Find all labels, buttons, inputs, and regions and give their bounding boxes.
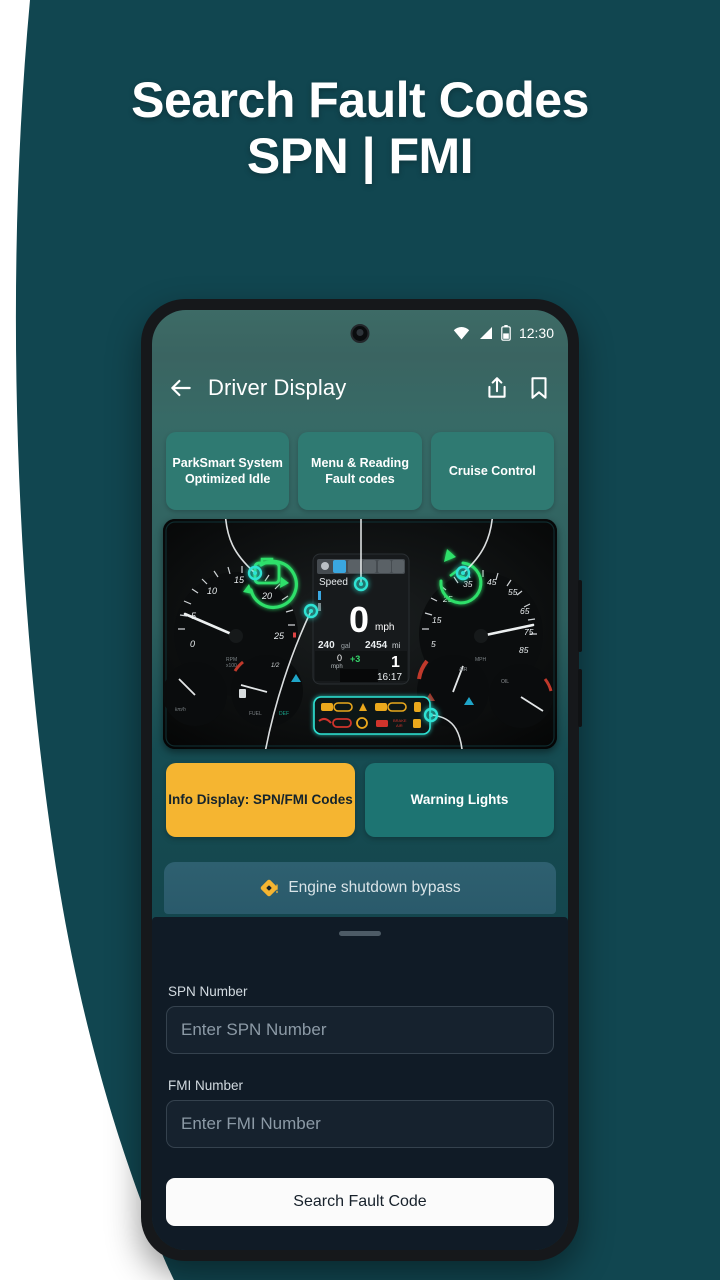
svg-text:0: 0 [190,639,195,649]
svg-text:35: 35 [463,579,473,589]
fault-code-search-sheet: SPN Number FMI Number Search Fault Code [152,917,568,1250]
chip-cruise-control[interactable]: Cruise Control [430,432,554,510]
cellular-signal-icon [479,327,492,339]
chip-menu-fault-codes[interactable]: Menu & Reading Fault codes [298,432,422,510]
svg-text:65: 65 [520,606,530,616]
warning-diamond-icon [261,879,278,897]
status-bar: 12:30 [152,310,568,356]
power-button[interactable] [578,669,582,727]
svg-text:55: 55 [508,587,518,597]
feature-chip-row: ParkSmart System Optimized Idle Menu & R… [152,420,568,510]
instrument-cluster-graphic: 0 5 10 15 20 25 RPM x100 km/h 1/2 FUEL D… [163,519,557,749]
action-button-row: Info Display: SPN/FMI Codes Warning Ligh… [152,749,568,837]
svg-text:20: 20 [261,591,272,601]
svg-text:2454: 2454 [365,640,388,651]
status-bar-time: 12:30 [518,325,554,341]
bypass-label: Engine shutdown bypass [288,879,461,896]
search-fault-code-button[interactable]: Search Fault Code [166,1178,554,1226]
svg-text:75: 75 [524,627,534,637]
fmi-input-wrapper[interactable] [166,1100,554,1148]
instrument-cluster-image: 0 5 10 15 20 25 RPM x100 km/h 1/2 FUEL D… [163,519,557,749]
svg-text:0: 0 [337,653,342,663]
app-bar-title: Driver Display [208,375,347,400]
svg-text:1: 1 [391,654,400,671]
svg-text:AIR: AIR [459,667,468,673]
svg-text:OIL: OIL [501,679,509,685]
wifi-icon [453,327,470,340]
svg-text:25: 25 [273,631,285,641]
sheet-drag-handle[interactable] [339,931,381,936]
front-camera [350,324,370,343]
svg-text:gal: gal [341,643,351,650]
app-content: ParkSmart System Optimized Idle Menu & R… [152,420,568,1250]
svg-text:DEF: DEF [279,711,289,717]
svg-text:0: 0 [349,599,369,640]
spn-input[interactable] [181,1020,539,1040]
svg-text:AIR: AIR [396,723,403,728]
back-arrow-icon[interactable] [168,375,194,401]
spn-input-wrapper[interactable] [166,1006,554,1054]
phone-screen: 12:30 Driver Display ParkSmart System Op… [152,310,568,1250]
fmi-label: FMI Number [168,1078,244,1093]
warning-lights-button[interactable]: Warning Lights [365,763,554,837]
svg-text:10: 10 [207,586,217,596]
svg-text:Speed: Speed [319,577,348,588]
svg-text:mi: mi [392,641,401,650]
svg-text:FUEL: FUEL [249,711,262,717]
headline-line-1: Search Fault Codes [131,72,589,128]
svg-text:240: 240 [318,640,335,651]
svg-text:16:17: 16:17 [377,672,402,683]
svg-text:+3: +3 [350,654,360,664]
chip-parksmart[interactable]: ParkSmart System Optimized Idle [166,432,290,510]
info-display-button[interactable]: Info Display: SPN/FMI Codes [166,763,355,837]
headline-line-2: SPN | FMI [246,128,474,184]
svg-text:5: 5 [431,639,436,649]
svg-text:1/2: 1/2 [271,663,280,669]
spn-label: SPN Number [168,984,248,999]
svg-text:15: 15 [234,575,245,585]
svg-text:45: 45 [487,577,497,587]
volume-button[interactable] [578,580,582,652]
warning-lights-panel: BRAKE AIR [313,696,431,735]
svg-text:15: 15 [432,615,442,625]
svg-text:mph: mph [375,622,394,633]
app-bar: Driver Display [152,356,568,420]
phone-mockup: 12:30 Driver Display ParkSmart System Op… [141,299,582,1261]
share-icon[interactable] [484,375,510,401]
bookmark-icon[interactable] [526,375,552,401]
fmi-input[interactable] [181,1114,539,1134]
page-title: Search Fault Codes SPN | FMI [0,72,720,184]
svg-text:MPH: MPH [475,657,487,663]
engine-shutdown-bypass-bar[interactable]: Engine shutdown bypass [164,862,556,914]
svg-text:85: 85 [519,645,529,655]
svg-text:km/h: km/h [175,707,186,713]
battery-icon [501,325,511,341]
